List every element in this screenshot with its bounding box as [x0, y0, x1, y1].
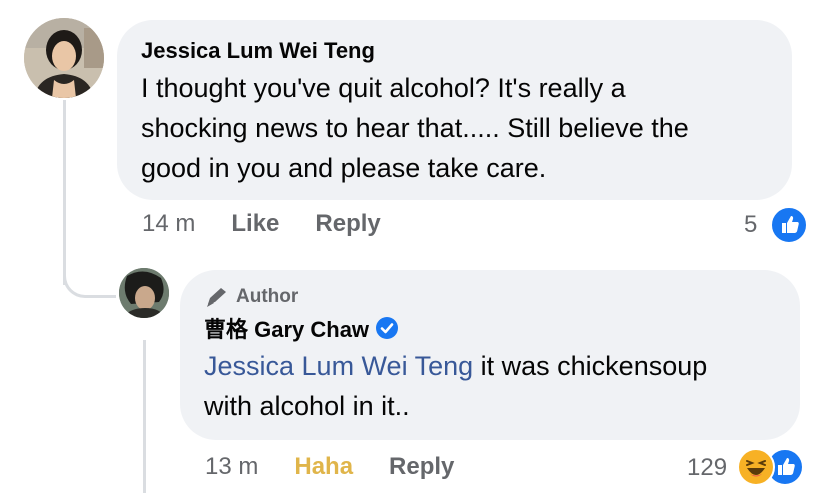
like-icon[interactable] [770, 206, 808, 244]
mention-link[interactable]: Jessica Lum Wei Teng [204, 351, 473, 381]
reply-text: Jessica Lum Wei Teng it was chickensoup … [204, 346, 776, 426]
haha-reaction-button[interactable]: Haha [294, 453, 353, 481]
author-badge-label: Author [236, 286, 299, 307]
thread-line-vertical [63, 100, 66, 285]
thread-line-curve [63, 260, 116, 298]
comment-text-line: I thought you've quit alcohol? It's real… [141, 73, 626, 103]
reply-reaction-count[interactable]: 129 [687, 454, 727, 482]
comment-text-line: shocking news to hear that..... Still be… [141, 113, 689, 143]
reply-button[interactable]: Reply [389, 453, 454, 481]
reply-button[interactable]: Reply [315, 210, 380, 238]
haha-icon[interactable] [737, 448, 775, 486]
reply-author-name[interactable]: 曹格 Gary Chaw [204, 312, 369, 344]
avatar-photo-icon [24, 18, 104, 98]
comment-reaction-count[interactable]: 5 [744, 211, 757, 239]
pen-icon [207, 288, 226, 307]
comment-text-line: good in you and please take care. [141, 153, 547, 183]
reply-thread-line [143, 340, 146, 493]
reply-bubble: Author 曹格 Gary Chaw Jessica Lum Wei Teng… [180, 270, 800, 440]
author-badge: Author [204, 286, 776, 308]
avatar-photo-icon [119, 268, 169, 318]
avatar-gary[interactable] [119, 268, 169, 318]
reply-actions: 13 m Haha Reply [205, 453, 490, 481]
reply-timestamp[interactable]: 13 m [205, 453, 258, 481]
reply-text-line: with alcohol in it.. [204, 391, 410, 421]
comment-actions: 14 m Like Reply [142, 210, 417, 238]
comment-timestamp[interactable]: 14 m [142, 210, 195, 238]
like-button[interactable]: Like [231, 210, 279, 238]
avatar-jessica[interactable] [24, 18, 104, 98]
reply-text-part: it was chickensoup [473, 351, 708, 381]
comment-author-name[interactable]: Jessica Lum Wei Teng [141, 38, 768, 64]
comment-bubble: Jessica Lum Wei Teng I thought you've qu… [117, 20, 792, 200]
comment-text: I thought you've quit alcohol? It's real… [141, 68, 768, 188]
verified-badge-icon [376, 317, 399, 339]
